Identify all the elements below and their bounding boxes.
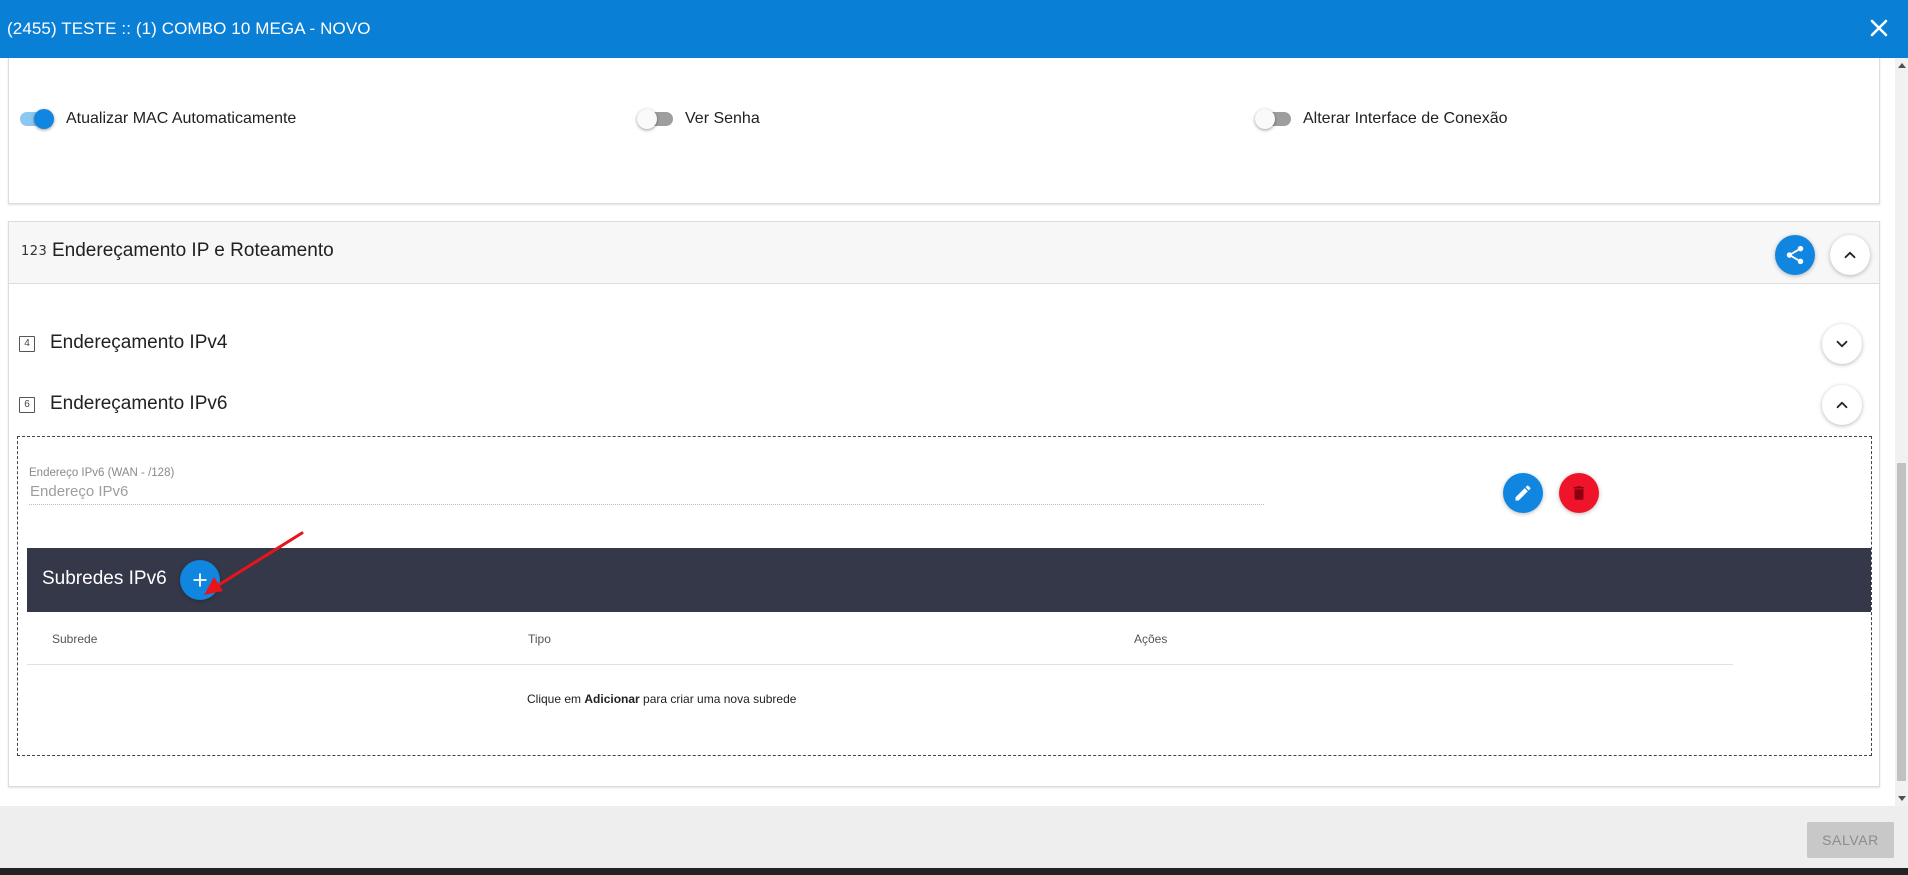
change-interface-toggle[interactable]: Alterar Interface de Conexão	[1255, 109, 1508, 129]
scroll-up-icon[interactable]	[1898, 63, 1906, 68]
plus-icon	[193, 573, 207, 587]
ipv6-subnets-bar: Subredes IPv6	[27, 548, 1871, 612]
collapse-ipv6-button[interactable]	[1822, 385, 1862, 425]
bottom-edge	[0, 868, 1908, 875]
numbers-icon: 123	[21, 244, 48, 259]
empty-suffix: para criar uma nova subrede	[639, 692, 797, 706]
ip-routing-card: 123 Endereçamento IP e Roteamento 4 Ende…	[8, 221, 1880, 787]
ipv6-panel: Endereço IPv6 (WAN - /128) Endereço IPv6…	[17, 436, 1872, 756]
toggle-track[interactable]	[637, 109, 673, 129]
chevron-down-icon	[1836, 340, 1848, 348]
ipv6-address-input[interactable]: Endereço IPv6	[29, 483, 1264, 505]
expand-ipv4-button[interactable]	[1822, 324, 1862, 364]
edit-ipv6-button[interactable]	[1503, 473, 1543, 513]
delete-ipv6-button[interactable]	[1559, 473, 1599, 513]
trash-icon	[1573, 486, 1585, 500]
toggle-track[interactable]	[1255, 109, 1291, 129]
collapse-section-button[interactable]	[1830, 235, 1870, 275]
column-tipo: Tipo	[528, 632, 551, 646]
chevron-up-icon	[1844, 251, 1856, 259]
dialog-header: (2455) TESTE :: (1) COMBO 10 MEGA - NOVO	[0, 0, 1908, 58]
ipv6-title: Endereçamento IPv6	[50, 393, 228, 414]
show-password-label: Ver Senha	[685, 110, 760, 127]
subnets-title: Subredes IPv6	[42, 568, 167, 589]
change-interface-label: Alterar Interface de Conexão	[1303, 110, 1508, 127]
ipv4-title: Endereçamento IPv4	[50, 332, 228, 353]
ip-routing-title: Endereçamento IP e Roteamento	[52, 240, 334, 261]
show-password-toggle[interactable]: Ver Senha	[637, 109, 760, 129]
toggle-knob[interactable]	[34, 109, 54, 129]
add-subnet-button[interactable]	[180, 560, 220, 600]
share-button[interactable]	[1775, 235, 1815, 275]
column-acoes: Ações	[1134, 632, 1168, 646]
save-button[interactable]: SALVAR	[1807, 822, 1894, 858]
auto-mac-toggle[interactable]: Atualizar MAC Automaticamente	[20, 109, 297, 129]
ipv4-icon: 4	[19, 336, 35, 352]
empty-prefix: Clique em	[527, 692, 585, 706]
ipv4-header[interactable]: 4 Endereçamento IPv4	[9, 324, 1879, 364]
scrollbar-thumb[interactable]	[1897, 463, 1906, 781]
vertical-scrollbar[interactable]	[1895, 58, 1908, 806]
empty-bold: Adicionar	[584, 692, 640, 706]
ipv6-field-label: Endereço IPv6 (WAN - /128)	[29, 467, 175, 479]
column-subrede: Subrede	[52, 632, 98, 646]
options-card: Atualizar MAC Automaticamente Ver Senha …	[8, 58, 1880, 204]
empty-table-message: Clique em Adicionar para criar uma nova …	[527, 692, 796, 706]
share-icon	[1786, 245, 1804, 265]
ipv6-header[interactable]: 6 Endereçamento IPv6	[9, 385, 1879, 425]
ipv6-icon: 6	[19, 397, 35, 413]
dialog-content: Atualizar MAC Automaticamente Ver Senha …	[0, 58, 1895, 806]
close-icon[interactable]	[1865, 14, 1893, 42]
scroll-down-icon[interactable]	[1898, 796, 1906, 801]
dialog-footer: SALVAR	[0, 806, 1908, 868]
toggle-knob[interactable]	[637, 109, 657, 129]
subnets-table-header: Subrede Tipo Ações	[27, 612, 1733, 665]
ip-routing-header[interactable]: 123 Endereçamento IP e Roteamento	[9, 222, 1879, 284]
auto-mac-label: Atualizar MAC Automaticamente	[66, 110, 297, 127]
chevron-up-icon	[1836, 401, 1848, 409]
pencil-icon	[1515, 485, 1531, 501]
dialog-title: (2455) TESTE :: (1) COMBO 10 MEGA - NOVO	[7, 19, 371, 38]
toggle-track[interactable]	[20, 109, 54, 129]
toggle-knob[interactable]	[1255, 109, 1275, 129]
